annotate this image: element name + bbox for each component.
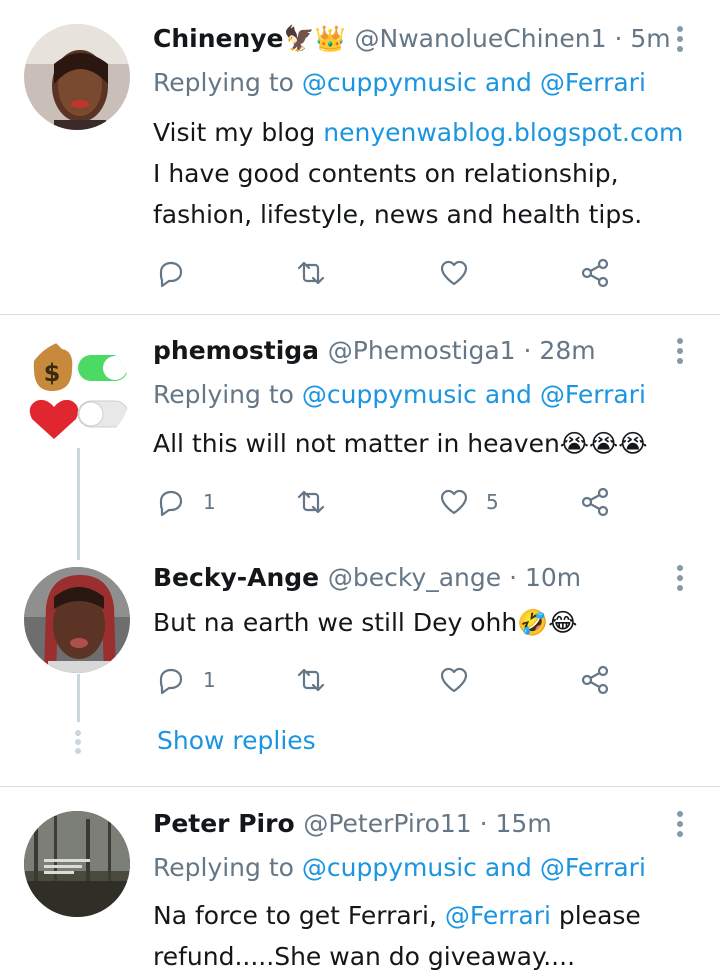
thread-dots bbox=[74, 730, 82, 757]
tweet-actions: 1 bbox=[155, 663, 625, 697]
like-button[interactable]: 5 bbox=[438, 485, 499, 519]
retweet-icon bbox=[297, 490, 325, 514]
display-name[interactable]: Chinenye🦅👑 @NwanolueChinen1 · 5m bbox=[153, 24, 671, 54]
thread-line bbox=[77, 674, 80, 722]
handle-and-time: @becky_ange · 10m bbox=[327, 563, 582, 592]
display-name[interactable]: Becky-Ange @becky_ange · 10m bbox=[153, 563, 581, 592]
share-button[interactable] bbox=[579, 663, 611, 697]
avatar[interactable] bbox=[24, 811, 130, 917]
share-button[interactable] bbox=[579, 256, 611, 290]
tweet-actions: 1 5 bbox=[155, 485, 625, 519]
tweet-actions bbox=[155, 256, 625, 290]
retweet-icon bbox=[297, 668, 325, 692]
share-button[interactable] bbox=[579, 485, 611, 519]
like-button[interactable] bbox=[438, 256, 486, 290]
more-vertical-icon[interactable] bbox=[668, 563, 692, 593]
replying-to: Replying to @cuppymusic and @Ferrari bbox=[153, 853, 646, 882]
tweet-text: But na earth we still Dey ohh🤣😂 bbox=[153, 608, 578, 637]
share-icon bbox=[581, 665, 609, 695]
tweet-becky-ange[interactable]: Becky-Ange @becky_ange · 10m But na eart… bbox=[0, 545, 720, 785]
replying-to-link[interactable]: @cuppymusic and @Ferrari bbox=[302, 853, 646, 882]
reply-icon bbox=[159, 490, 183, 517]
handle-and-time: @Phemostiga1 · 28m bbox=[327, 336, 596, 365]
heart-icon bbox=[440, 489, 468, 515]
more-vertical-icon[interactable] bbox=[668, 809, 692, 839]
replying-to-link[interactable]: @cuppymusic and @Ferrari bbox=[302, 380, 646, 409]
reply-count: 1 bbox=[203, 490, 216, 514]
share-icon bbox=[581, 487, 609, 517]
tweet-peter-piro[interactable]: Peter Piro @PeterPiro11 · 15m Replying t… bbox=[0, 787, 720, 976]
handle-and-time: @NwanolueChinen1 · 5m bbox=[354, 24, 671, 53]
retweet-button[interactable] bbox=[295, 485, 343, 519]
reply-icon bbox=[159, 261, 183, 288]
display-name[interactable]: Peter Piro @PeterPiro11 · 15m bbox=[153, 809, 552, 838]
reply-icon bbox=[159, 668, 183, 695]
display-name[interactable]: phemostiga @Phemostiga1 · 28m bbox=[153, 336, 596, 365]
tweet-chinenye[interactable]: Chinenye🦅👑 @NwanolueChinen1 · 5m Replyin… bbox=[0, 0, 720, 314]
svg-text:$: $ bbox=[44, 359, 61, 387]
show-replies-link[interactable]: Show replies bbox=[157, 726, 316, 755]
reply-button[interactable]: 1 bbox=[155, 485, 216, 519]
mention-link[interactable]: @Ferrari bbox=[445, 901, 551, 930]
like-button[interactable] bbox=[438, 663, 486, 697]
avatar[interactable] bbox=[24, 24, 130, 130]
handle-and-time: @PeterPiro11 · 15m bbox=[303, 809, 552, 838]
reply-button[interactable] bbox=[155, 256, 203, 290]
reply-button[interactable]: 1 bbox=[155, 663, 216, 697]
heart-icon bbox=[440, 667, 468, 693]
replying-to-link[interactable]: @cuppymusic and @Ferrari bbox=[302, 68, 646, 97]
replying-to: Replying to @cuppymusic and @Ferrari bbox=[153, 68, 646, 97]
more-vertical-icon[interactable] bbox=[668, 24, 692, 54]
tweet-text: Visit my blog nenyenwablog.blogspot.com … bbox=[153, 118, 684, 229]
tweet-text: Na force to get Ferrari, @Ferrari please… bbox=[153, 901, 641, 971]
retweet-button[interactable] bbox=[295, 663, 343, 697]
tweet-text: All this will not matter in heaven😭😭😭 bbox=[153, 429, 648, 458]
retweet-button[interactable] bbox=[295, 256, 343, 290]
avatar[interactable] bbox=[24, 567, 130, 673]
like-count: 5 bbox=[486, 490, 499, 514]
share-icon bbox=[581, 258, 609, 288]
tweet-phemostiga[interactable]: $ phemostiga @Phemostiga1 · 28m Replying… bbox=[0, 315, 720, 545]
retweet-icon bbox=[297, 261, 325, 285]
reply-count: 1 bbox=[203, 668, 216, 692]
thread-line bbox=[77, 448, 80, 560]
avatar[interactable]: $ bbox=[24, 339, 130, 445]
more-vertical-icon[interactable] bbox=[668, 336, 692, 366]
replying-to: Replying to @cuppymusic and @Ferrari bbox=[153, 380, 646, 409]
blog-link[interactable]: nenyenwablog.blogspot.com bbox=[323, 118, 683, 147]
heart-icon bbox=[440, 260, 468, 286]
